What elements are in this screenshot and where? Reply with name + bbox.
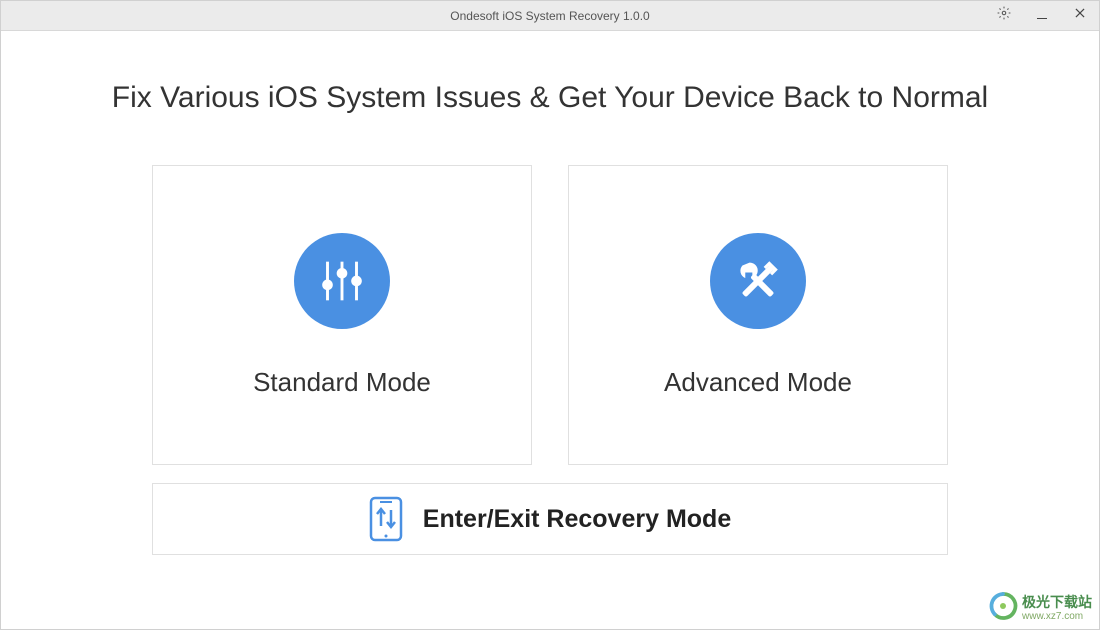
close-button[interactable]	[1061, 1, 1099, 30]
modes-row: Standard Mode Advanced Mo	[152, 165, 948, 465]
minimize-icon	[1037, 18, 1047, 19]
minimize-button[interactable]	[1023, 1, 1061, 30]
window-title: Ondesoft iOS System Recovery 1.0.0	[1, 9, 1099, 23]
watermark: 极光下载站 www.xz7.com	[988, 591, 1092, 626]
main-content: Fix Various iOS System Issues & Get Your…	[1, 31, 1099, 629]
watermark-url: www.xz7.com	[1022, 611, 1092, 622]
recovery-mode-button[interactable]: Enter/Exit Recovery Mode	[152, 483, 948, 555]
gear-icon	[997, 6, 1011, 25]
settings-button[interactable]	[985, 1, 1023, 30]
watermark-text: 极光下载站 www.xz7.com	[1022, 595, 1092, 621]
page-heading: Fix Various iOS System Issues & Get Your…	[112, 81, 988, 115]
close-icon	[1073, 6, 1087, 25]
advanced-mode-label: Advanced Mode	[664, 367, 852, 398]
standard-mode-label: Standard Mode	[253, 367, 431, 398]
phone-arrows-icon	[369, 496, 403, 542]
recovery-mode-label: Enter/Exit Recovery Mode	[423, 505, 731, 534]
tools-icon	[710, 233, 806, 329]
watermark-name: 极光下载站	[1022, 595, 1092, 610]
sliders-icon	[294, 233, 390, 329]
titlebar: Ondesoft iOS System Recovery 1.0.0	[1, 1, 1099, 31]
app-window: Ondesoft iOS System Recovery 1.0.0	[0, 0, 1100, 630]
window-controls	[985, 1, 1099, 30]
advanced-mode-card[interactable]: Advanced Mode	[568, 165, 948, 465]
watermark-logo-icon	[988, 591, 1018, 626]
standard-mode-card[interactable]: Standard Mode	[152, 165, 532, 465]
